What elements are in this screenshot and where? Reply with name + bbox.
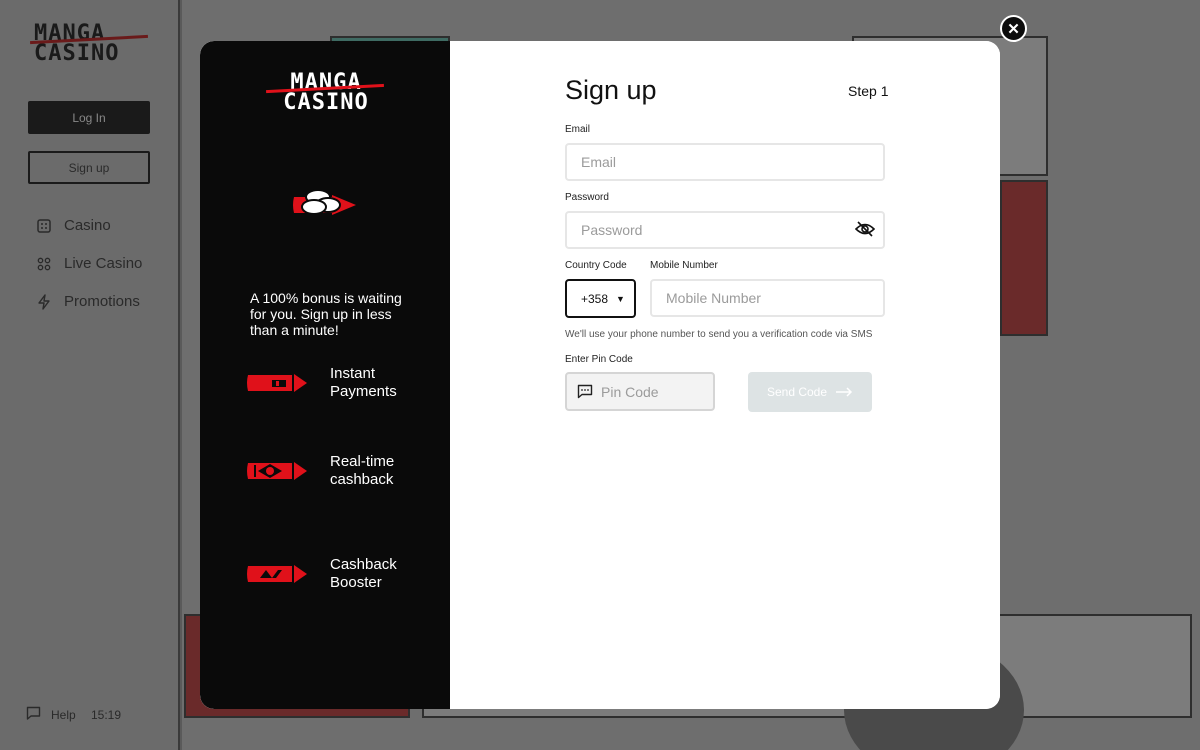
send-code-label: Send Code — [766, 385, 828, 399]
sidebar-item-label: Promotions — [64, 293, 140, 310]
mobile-number-field[interactable] — [650, 279, 885, 317]
country-code-select[interactable]: +358 ▼ — [565, 279, 636, 318]
message-icon — [577, 384, 593, 399]
modal-logo: MANGA CASINO — [266, 72, 384, 114]
sidebar-item-promotions[interactable]: Promotions — [36, 293, 140, 310]
clock: 15:19 — [91, 708, 122, 722]
login-button[interactable]: Log In — [28, 101, 150, 134]
pin-code-field[interactable] — [601, 383, 701, 400]
step-indicator: Step 1 — [848, 83, 889, 99]
signup-button[interactable]: Sign up — [28, 151, 150, 184]
chevron-down-icon: ▼ — [616, 293, 625, 304]
hide-password-icon[interactable] — [855, 221, 875, 237]
pin-code-wrapper — [565, 372, 715, 411]
sidebar-item-casino[interactable]: Casino — [36, 217, 111, 234]
manga-panel — [1000, 180, 1048, 336]
help-button[interactable]: Help — [26, 706, 76, 723]
sidebar-item-live-casino[interactable]: Live Casino — [36, 255, 142, 272]
bullet-bolt-icon — [247, 565, 307, 583]
close-icon: ✕ — [1007, 20, 1020, 38]
mobile-number-label: Mobile Number — [650, 260, 718, 271]
pin-code-label: Enter Pin Code — [565, 354, 633, 365]
close-modal-button[interactable]: ✕ — [1000, 15, 1027, 42]
coins-bullet-icon — [293, 189, 356, 215]
chat-icon — [26, 706, 41, 723]
country-code-value: +358 — [581, 291, 609, 306]
sidebar: MANGA CASINO Log In Sign up Casino Live … — [0, 0, 180, 750]
dice-icon — [36, 218, 52, 234]
bullet-eye-icon — [247, 462, 307, 480]
help-label: Help — [51, 707, 76, 722]
send-code-button[interactable]: Send Code — [748, 372, 872, 412]
bonus-text: A 100% bonus is waiting for you. Sign up… — [250, 290, 402, 338]
live-dice-icon — [36, 256, 52, 272]
feature-label: Instant Payments — [330, 365, 397, 400]
password-label: Password — [565, 192, 609, 203]
feature-label: Real-time cashback — [330, 453, 395, 488]
lightning-icon — [36, 293, 52, 310]
feature-real-time-cashback: Real-time cashback — [246, 453, 420, 489]
sidebar-item-label: Casino — [64, 217, 111, 234]
email-label: Email — [565, 124, 591, 135]
country-code-label: Country Code — [565, 260, 627, 271]
feature-cashback-booster: Cashback Booster — [246, 556, 420, 592]
password-field[interactable] — [565, 211, 885, 249]
site-logo[interactable]: MANGA CASINO — [30, 23, 148, 65]
sms-note: We'll use your phone number to send you … — [565, 329, 873, 340]
sidebar-item-label: Live Casino — [64, 255, 143, 272]
feature-instant-payments: Instant Payments — [246, 365, 420, 401]
feature-label: Cashback Booster — [330, 556, 397, 591]
arrow-right-icon — [836, 387, 853, 397]
signup-modal: MANGA CASINO A 100% bonus is waiting for… — [200, 41, 1000, 709]
bullet-payment-icon — [247, 374, 307, 392]
signup-form: Sign up Step 1 Email Password Country Co… — [450, 41, 1000, 709]
email-field[interactable] — [565, 143, 885, 181]
page-title: Sign up — [565, 75, 657, 105]
promo-panel: MANGA CASINO A 100% bonus is waiting for… — [200, 41, 450, 709]
